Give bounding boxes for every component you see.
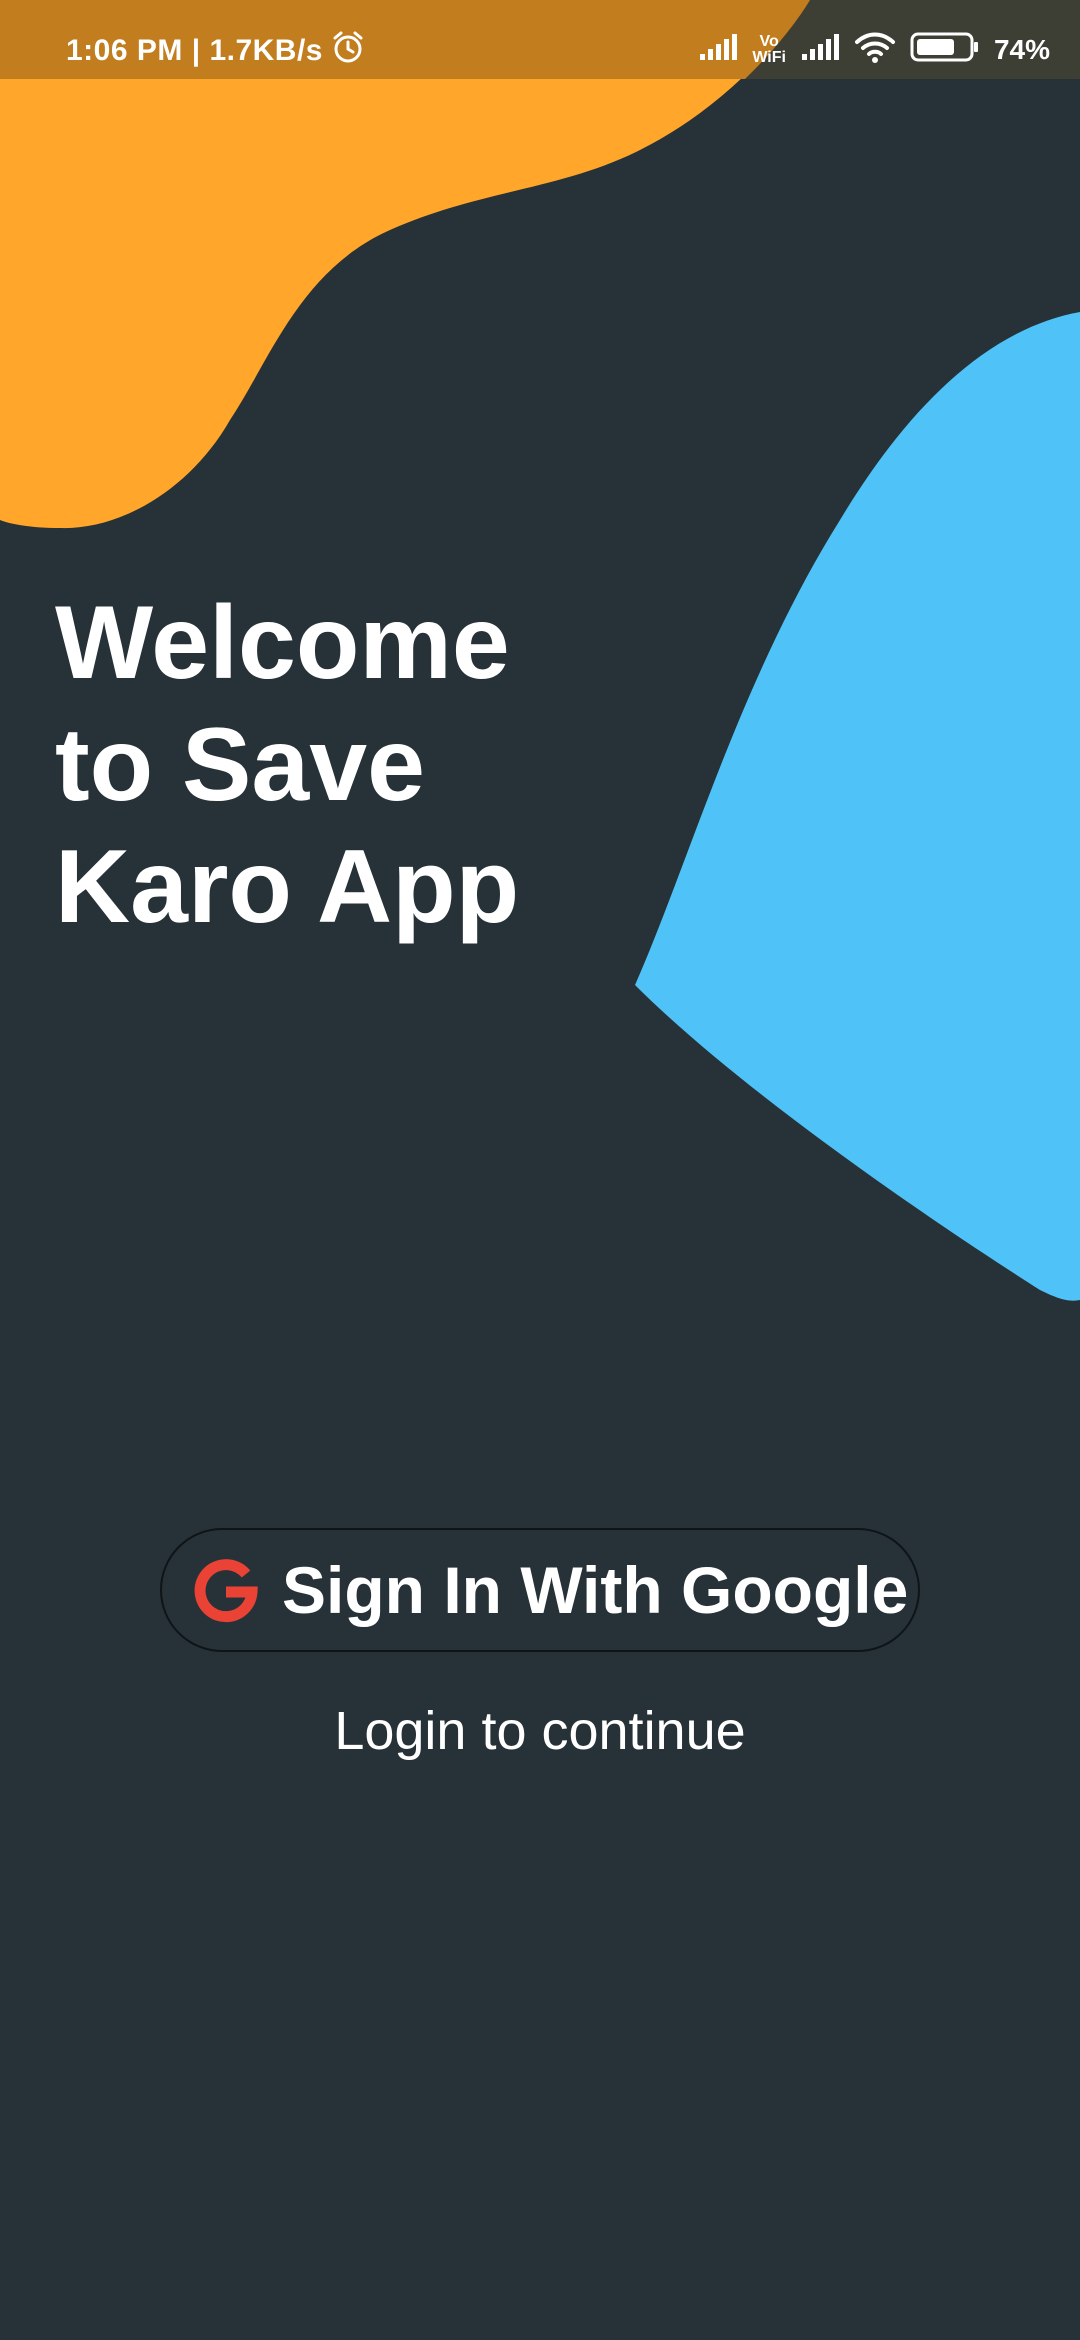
wifi-icon: [854, 30, 896, 71]
login-caption: Login to continue: [334, 1701, 746, 1761]
welcome-line-1: Welcome: [55, 585, 510, 701]
decorative-blobs: [0, 0, 1080, 1301]
sign-in-with-google-button[interactable]: Sign In With Google: [160, 1528, 920, 1652]
vowifi-top: Vo: [759, 33, 779, 50]
cell-signal-icon: [698, 32, 738, 69]
welcome-line-3: Karo App: [55, 829, 520, 945]
welcome-line-2: to Save: [55, 707, 425, 823]
status-left: 1:06 PM | 1.7KB/s: [66, 30, 365, 72]
sign-in-label: Sign In With Google: [282, 1553, 909, 1627]
login-screen: 1:06 PM | 1.7KB/s Vo WiFi 74% Welcome to…: [0, 0, 1080, 2340]
battery-percent: 74%: [993, 34, 1050, 65]
alarm-clock-icon: [331, 30, 365, 72]
vowifi-indicator: Vo WiFi: [752, 34, 786, 66]
status-time-speed: 1:06 PM | 1.7KB/s: [66, 34, 323, 67]
status-right: Vo WiFi 74%: [698, 28, 1050, 72]
blue-blob: [635, 312, 1080, 1301]
battery-icon: [910, 31, 980, 70]
vowifi-bottom: WiFi: [752, 49, 786, 66]
orange-blob: [0, 0, 810, 529]
google-g-icon: [192, 1556, 260, 1624]
welcome-title: Welcome to Save Karo App: [55, 582, 575, 948]
status-bar: 1:06 PM | 1.7KB/s Vo WiFi 74%: [0, 0, 1080, 79]
cell-signal-2-icon: [800, 32, 840, 69]
